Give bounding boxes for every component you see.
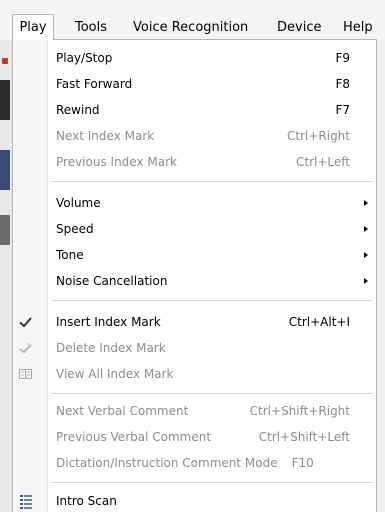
menu-item-noise-cancellation[interactable]: Noise Cancellation: [13, 270, 376, 292]
shortcut-label: Ctrl+Shift+Left: [258, 430, 350, 444]
content-block: [0, 150, 10, 190]
menu-item-rewind[interactable]: Rewind F7: [13, 99, 376, 121]
menu-item-label: Speed: [56, 222, 94, 236]
menu-item-label: Dictation/Instruction Comment Mode F10: [56, 452, 314, 474]
menu-item-dictation-comment-mode[interactable]: Dictation/Instruction Comment Mode F10: [13, 452, 376, 474]
shortcut-label: F9: [335, 51, 350, 65]
window-content-edge: [0, 40, 12, 512]
delete-mark-icon: [17, 339, 35, 357]
menu-item-label: Insert Index Mark: [56, 315, 161, 329]
menu-item-label: Delete Index Mark: [56, 341, 166, 355]
menu-item-label: Rewind: [56, 103, 100, 117]
menu-help[interactable]: Help: [343, 16, 373, 40]
menu-item-label: Previous Index Mark: [56, 155, 177, 169]
submenu-arrow-icon: [364, 226, 368, 232]
submenu-arrow-icon: [364, 278, 368, 284]
menu-item-label: Tone: [56, 248, 84, 262]
menu-tools[interactable]: Tools: [75, 16, 107, 40]
submenu-arrow-icon: [364, 252, 368, 258]
shortcut-label: F7: [335, 103, 350, 117]
red-marker: [2, 58, 8, 64]
menu-item-label: View All Index Mark: [56, 367, 174, 381]
menu-item-label: Next Verbal Comment: [56, 404, 189, 418]
menu-item-label: Next Index Mark: [56, 129, 155, 143]
menu-item-label: Play/Stop: [56, 51, 113, 65]
menu-item-label: Intro Scan: [56, 494, 117, 508]
menu-item-volume[interactable]: Volume: [13, 192, 376, 214]
menu-item-text: Dictation/Instruction Comment Mode: [56, 456, 278, 470]
play-dropdown-menu: Play/Stop F9 Fast Forward F8 Rewind F7 N…: [12, 39, 377, 512]
view-list-icon: [17, 365, 35, 383]
intro-scan-icon: [17, 492, 35, 510]
menu-bar: Play Tools Voice Recognition Device Help: [0, 0, 385, 40]
shortcut-label: Ctrl+Alt+I: [288, 315, 350, 329]
menu-item-speed[interactable]: Speed: [13, 218, 376, 240]
content-block: [0, 80, 10, 120]
menu-play[interactable]: Play: [12, 14, 54, 40]
menu-item-label: Volume: [56, 196, 101, 210]
menu-item-play-stop[interactable]: Play/Stop F9: [13, 47, 376, 69]
menu-separator: [51, 393, 373, 394]
shortcut-label: Ctrl+Left: [296, 155, 350, 169]
menu-item-delete-index-mark[interactable]: Delete Index Mark: [13, 337, 376, 359]
menu-item-label: Fast Forward: [56, 77, 133, 91]
shortcut-label: Ctrl+Right: [286, 129, 350, 143]
menu-voice-recognition[interactable]: Voice Recognition: [133, 16, 248, 40]
submenu-arrow-icon: [364, 200, 368, 206]
menu-item-view-all-index-mark[interactable]: View All Index Mark: [13, 363, 376, 385]
shortcut-label: F8: [335, 77, 350, 91]
menu-item-intro-scan[interactable]: Intro Scan: [13, 490, 376, 512]
menu-separator: [51, 482, 373, 483]
menu-item-fast-forward[interactable]: Fast Forward F8: [13, 73, 376, 95]
menu-item-tone[interactable]: Tone: [13, 244, 376, 266]
menu-item-label: Previous Verbal Comment: [56, 430, 212, 444]
menu-item-previous-index-mark[interactable]: Previous Index Mark Ctrl+Left: [13, 151, 376, 173]
menu-separator: [51, 300, 373, 301]
menu-device[interactable]: Device: [277, 16, 321, 40]
menu-item-previous-verbal-comment[interactable]: Previous Verbal Comment Ctrl+Shift+Left: [13, 426, 376, 448]
menu-item-next-verbal-comment[interactable]: Next Verbal Comment Ctrl+Shift+Right: [13, 400, 376, 422]
menu-separator: [51, 181, 373, 182]
menu-item-label: Noise Cancellation: [56, 274, 168, 288]
shortcut-label: Ctrl+Shift+Right: [249, 404, 350, 418]
checkmark-icon: [17, 313, 35, 331]
content-block: [0, 215, 10, 245]
app-window: Play Tools Voice Recognition Device Help…: [0, 0, 385, 512]
menu-item-next-index-mark[interactable]: Next Index Mark Ctrl+Right: [13, 125, 376, 147]
shortcut-label: F10: [291, 456, 314, 470]
menu-item-insert-index-mark[interactable]: Insert Index Mark Ctrl+Alt+I: [13, 311, 376, 333]
